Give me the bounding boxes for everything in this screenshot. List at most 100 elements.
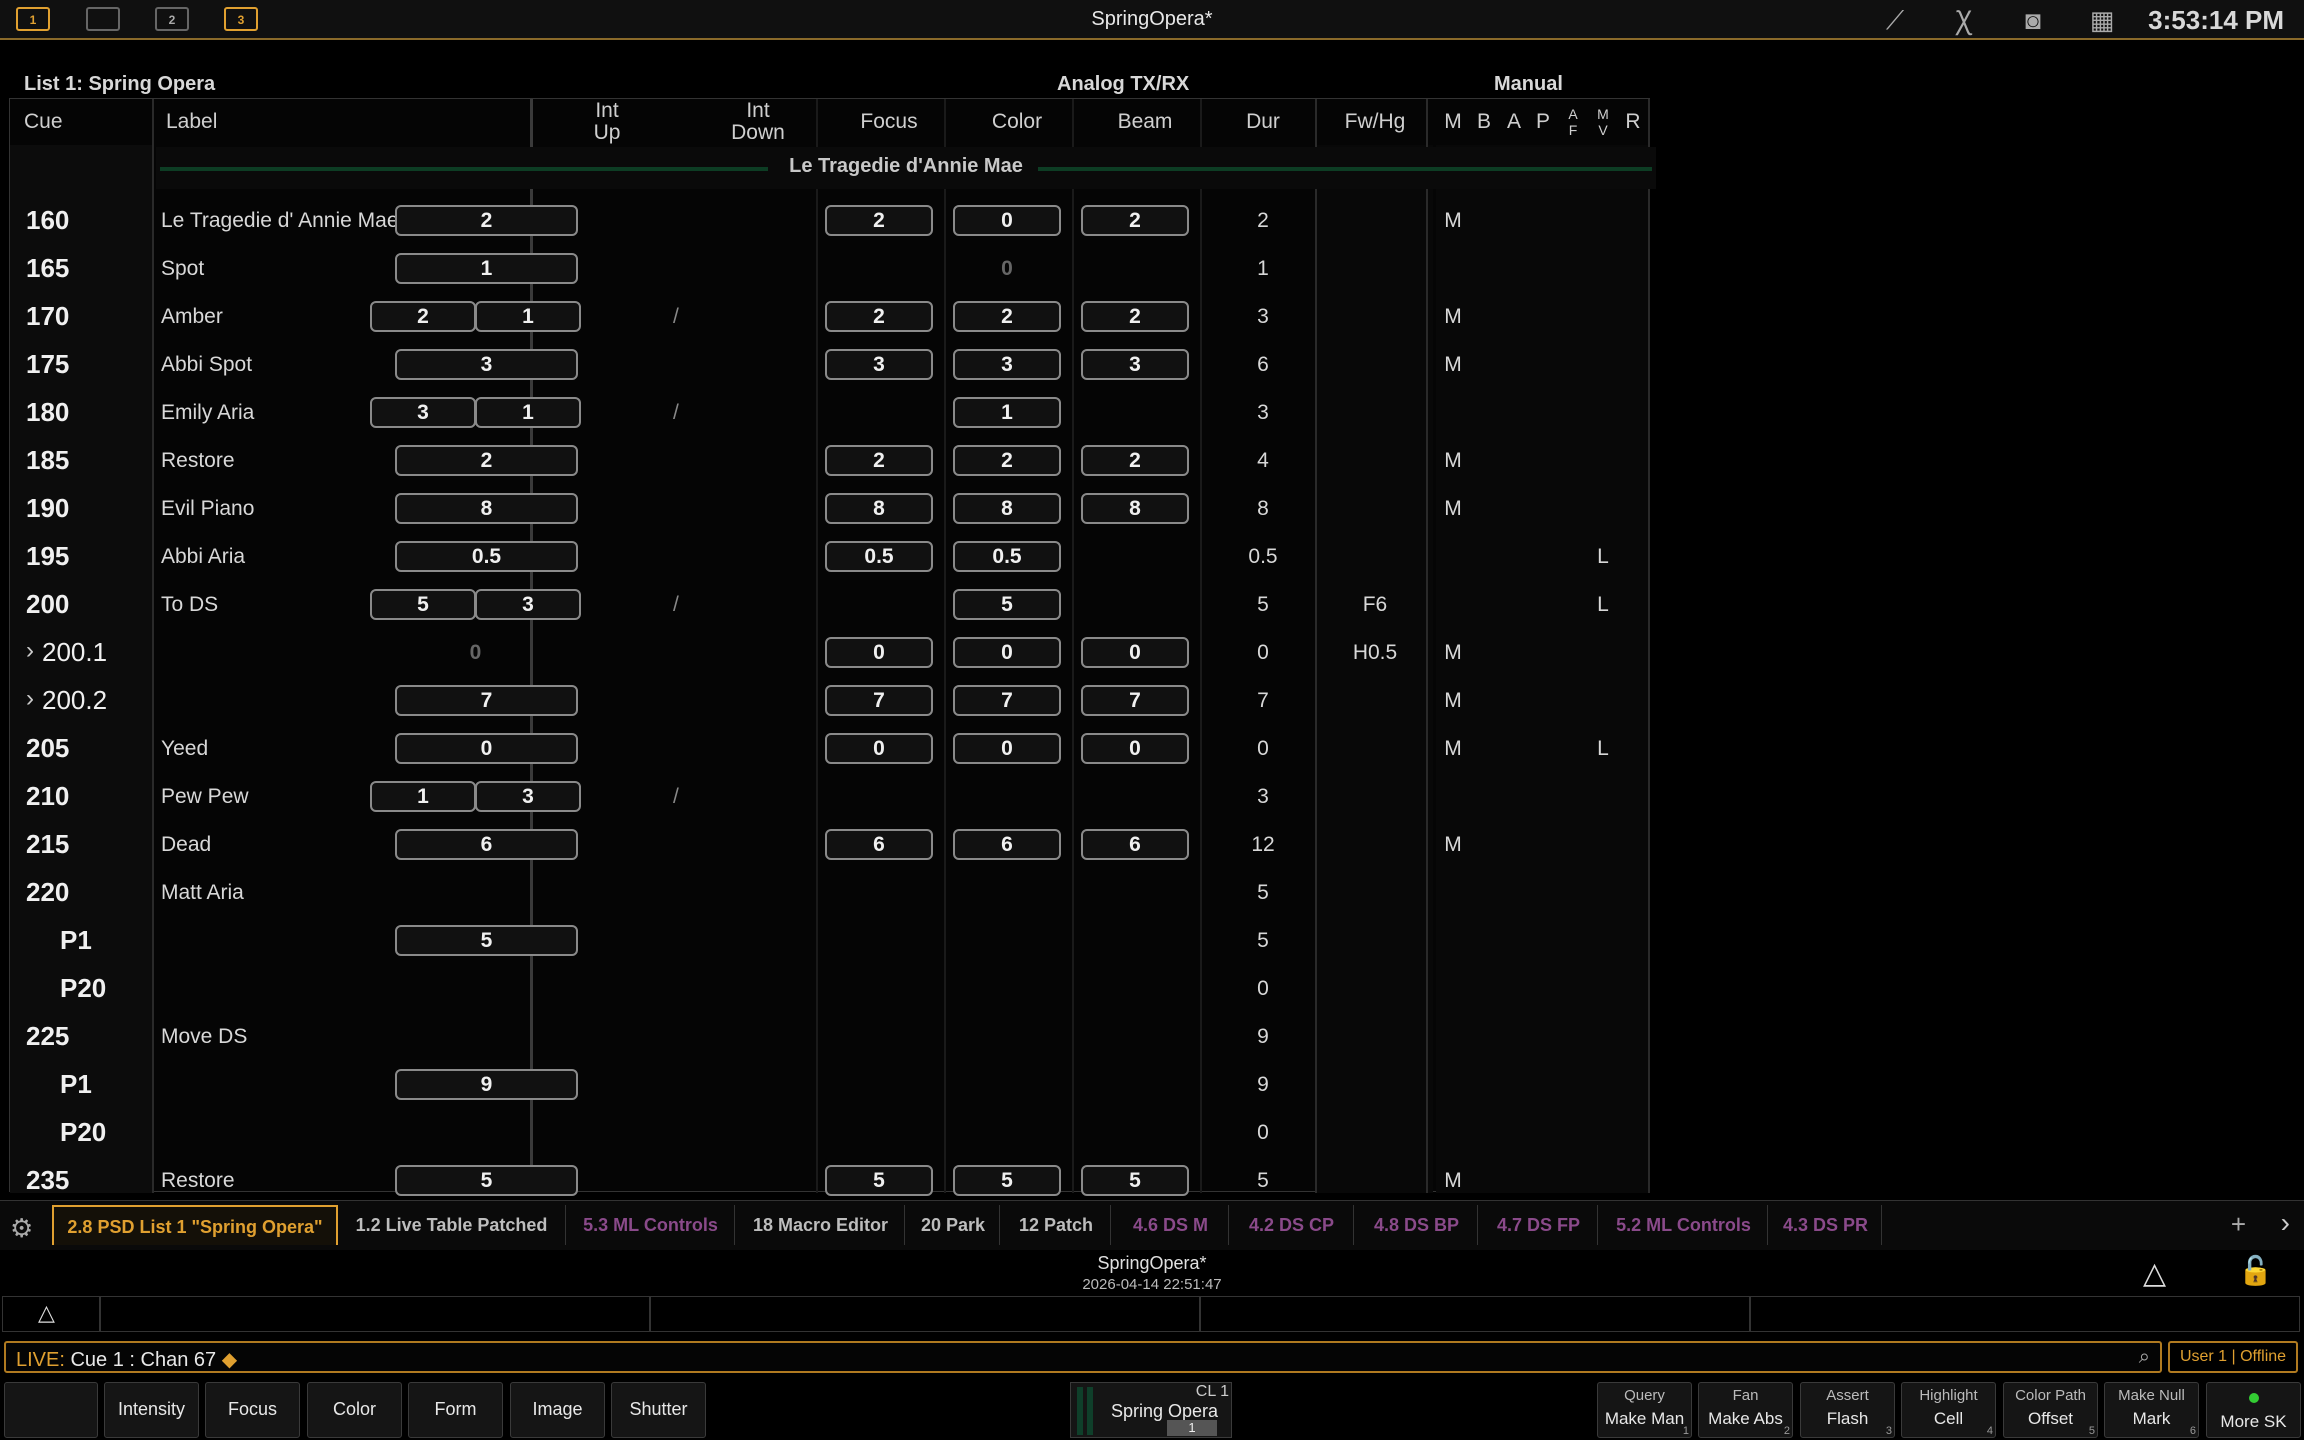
- softkey-more-sk[interactable]: More SK: [2206, 1382, 2301, 1438]
- cue-label[interactable]: Evil Piano: [161, 497, 254, 521]
- focus-cell[interactable]: 0.5: [825, 541, 933, 572]
- int-cell[interactable]: 8: [395, 493, 578, 524]
- tab[interactable]: 4.6 DS M: [1113, 1205, 1229, 1245]
- af-column-header[interactable]: A F: [1562, 99, 1584, 145]
- color-cell[interactable]: 6: [953, 829, 1061, 860]
- dur-cell[interactable]: 1: [1209, 257, 1317, 281]
- table-row[interactable]: 175 Abbi Spot 3 3 3 3 6 M: [10, 341, 1651, 389]
- table-row[interactable]: 220 Matt Aria 5: [10, 869, 1651, 917]
- softkey-image[interactable]: Image: [510, 1382, 605, 1438]
- fwhg-cell[interactable]: F6: [1317, 593, 1433, 617]
- command-line[interactable]: LIVE: Cue 1 : Chan 67 ◆ ⌕: [4, 1341, 2162, 1373]
- cue-number[interactable]: 185: [26, 445, 69, 476]
- focus-cell[interactable]: 0: [825, 637, 933, 668]
- focus-column-header[interactable]: Focus: [825, 99, 953, 145]
- part-number[interactable]: P1: [60, 925, 92, 956]
- tab[interactable]: 4.8 DS BP: [1356, 1205, 1478, 1245]
- m-flag[interactable]: M: [1439, 305, 1467, 329]
- cue-number[interactable]: 165: [26, 253, 69, 284]
- int-cell[interactable]: 9: [395, 1069, 578, 1100]
- dur-cell[interactable]: 8: [1209, 497, 1317, 521]
- color-cell[interactable]: 0: [953, 733, 1061, 764]
- search-icon[interactable]: ⌕: [2139, 1346, 2150, 1369]
- cue-label[interactable]: Move DS: [161, 1025, 247, 1049]
- softkey-form[interactable]: Form: [408, 1382, 503, 1438]
- cue-number[interactable]: 175: [26, 349, 69, 380]
- wand-icon[interactable]: ⟋: [1875, 4, 1915, 36]
- m-flag[interactable]: M: [1439, 209, 1467, 233]
- dur-cell[interactable]: 3: [1209, 305, 1317, 329]
- m-column-header[interactable]: M: [1439, 99, 1467, 145]
- cue-number[interactable]: 210: [26, 781, 69, 812]
- dur-cell[interactable]: 9: [1209, 1073, 1317, 1097]
- cue-label[interactable]: Dead: [161, 833, 211, 857]
- cue-number[interactable]: 200.1: [42, 637, 107, 668]
- color-cell[interactable]: 0: [953, 205, 1061, 236]
- scene-break[interactable]: Le Tragedie d'Annie Mae: [156, 147, 1656, 189]
- table-row[interactable]: 200 To DS 5/3 5 5 F6 L: [10, 581, 1651, 629]
- int-cell[interactable]: 7: [395, 685, 578, 716]
- part-number[interactable]: P20: [60, 1117, 106, 1148]
- camera-icon[interactable]: ◙: [2013, 4, 2053, 36]
- strip-cell-3[interactable]: [1200, 1296, 1750, 1332]
- beam-cell[interactable]: 3: [1081, 349, 1189, 380]
- int-up-cell[interactable]: 3: [370, 397, 476, 428]
- beam-cell[interactable]: 6: [1081, 829, 1189, 860]
- cue-number[interactable]: 170: [26, 301, 69, 332]
- tab[interactable]: 5.2 ML Controls: [1600, 1205, 1768, 1245]
- cue-label[interactable]: Pew Pew: [161, 785, 249, 809]
- softkey-intensity[interactable]: Intensity: [104, 1382, 199, 1438]
- int-cell[interactable]: 2: [395, 445, 578, 476]
- add-tab-icon[interactable]: +: [2231, 1209, 2246, 1240]
- m-flag[interactable]: M: [1439, 497, 1467, 521]
- unlock-icon[interactable]: 🔓: [2238, 1254, 2273, 1287]
- int-cell[interactable]: 0: [422, 641, 529, 665]
- focus-cell[interactable]: 5: [825, 1165, 933, 1196]
- cue-number[interactable]: 220: [26, 877, 69, 908]
- table-row[interactable]: 225 Move DS 9: [10, 1013, 1651, 1061]
- focus-cell[interactable]: 8: [825, 493, 933, 524]
- int-cell[interactable]: 2: [395, 205, 578, 236]
- color-cell[interactable]: 2: [953, 301, 1061, 332]
- p-column-header[interactable]: P: [1532, 99, 1554, 145]
- dur-cell[interactable]: 5: [1209, 929, 1317, 953]
- cue-label[interactable]: Amber: [161, 305, 223, 329]
- int-cell[interactable]: 0: [395, 733, 578, 764]
- dur-cell[interactable]: 9: [1209, 1025, 1317, 1049]
- part-number[interactable]: P1: [60, 1069, 92, 1100]
- cue-label[interactable]: Abbi Spot: [161, 353, 252, 377]
- int-down-column-header[interactable]: Int Down: [693, 99, 823, 145]
- cue-label[interactable]: Yeed: [161, 737, 208, 761]
- beam-cell[interactable]: 2: [1081, 301, 1189, 332]
- cue-label[interactable]: Restore: [161, 1169, 235, 1193]
- dur-cell[interactable]: 4: [1209, 449, 1317, 473]
- focus-cell[interactable]: 2: [825, 301, 933, 332]
- int-cell[interactable]: 5: [395, 1165, 578, 1196]
- dur-cell[interactable]: 12: [1209, 833, 1317, 857]
- color-cell[interactable]: 2: [953, 445, 1061, 476]
- dur-cell[interactable]: 6: [1209, 353, 1317, 377]
- dur-cell[interactable]: 5: [1209, 881, 1317, 905]
- cue-number[interactable]: 160: [26, 205, 69, 236]
- tab[interactable]: 1.2 Live Table Patched: [338, 1205, 566, 1245]
- int-cell[interactable]: 1: [395, 253, 578, 284]
- int-down-cell[interactable]: 3: [475, 781, 581, 812]
- dur-cell[interactable]: 0.5: [1209, 545, 1317, 569]
- table-row[interactable]: P20 0: [10, 1109, 1651, 1157]
- dur-cell[interactable]: 7: [1209, 689, 1317, 713]
- beam-cell[interactable]: 7: [1081, 685, 1189, 716]
- r-column-header[interactable]: R: [1622, 99, 1644, 145]
- dur-cell[interactable]: 0: [1209, 641, 1317, 665]
- int-up-cell[interactable]: 2: [370, 301, 476, 332]
- chevron-right-icon[interactable]: ›: [2281, 1207, 2290, 1239]
- tab[interactable]: 4.7 DS FP: [1480, 1205, 1598, 1245]
- cue-number[interactable]: 235: [26, 1165, 69, 1196]
- cue-label[interactable]: Spot: [161, 257, 204, 281]
- cue-label[interactable]: Restore: [161, 449, 235, 473]
- label-column-header[interactable]: Label: [152, 99, 540, 145]
- focus-cell[interactable]: 2: [825, 445, 933, 476]
- int-down-cell[interactable]: 1: [475, 397, 581, 428]
- color-cell[interactable]: 8: [953, 493, 1061, 524]
- color-cell[interactable]: 0.5: [953, 541, 1061, 572]
- tab[interactable]: 4.3 DS PR: [1770, 1205, 1882, 1245]
